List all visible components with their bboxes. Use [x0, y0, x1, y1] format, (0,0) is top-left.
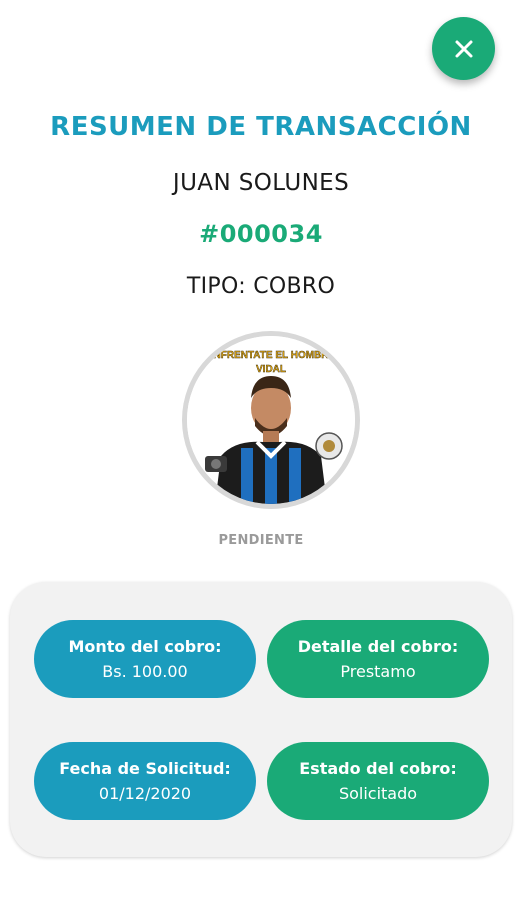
amount-value: Bs. 100.00	[102, 662, 188, 681]
request-date-value: 01/12/2020	[98, 784, 192, 803]
charge-status-label: Estado del cobro:	[299, 759, 457, 778]
detail-value: Prestamo	[340, 662, 416, 681]
avatar-banner-line1: ENFRENTATE EL HOMBRE	[207, 350, 336, 361]
customer-name: JUAN SOLUNES	[172, 170, 350, 196]
detail-label: Detalle del cobro:	[297, 637, 459, 656]
detail-card: Detalle del cobro: Prestamo	[267, 620, 489, 698]
amount-label: Monto del cobro:	[68, 637, 222, 656]
transaction-code: #000034	[199, 220, 323, 248]
status-card: Estado del cobro: Solicitado	[267, 742, 489, 820]
avatar-image: ENFRENTATE EL HOMBRE VIDAL	[187, 336, 355, 504]
charge-status-value: Solicitado	[338, 784, 418, 803]
amount-card: Monto del cobro: Bs. 100.00	[34, 620, 256, 698]
close-button[interactable]	[432, 17, 495, 80]
request-date-card: Fecha de Solicitud: 01/12/2020	[34, 742, 256, 820]
avatar: ENFRENTATE EL HOMBRE VIDAL	[182, 331, 360, 509]
transaction-type: TIPO: COBRO	[186, 274, 336, 299]
status-text: PENDIENTE	[218, 533, 304, 548]
details-panel: Monto del cobro: Bs. 100.00 Detalle del …	[10, 582, 512, 857]
page-title: RESUMEN DE TRANSACCIÓN	[50, 112, 472, 142]
request-date-label: Fecha de Solicitud:	[59, 759, 231, 778]
close-icon	[455, 40, 472, 57]
avatar-banner-line2: VIDAL	[256, 364, 286, 375]
